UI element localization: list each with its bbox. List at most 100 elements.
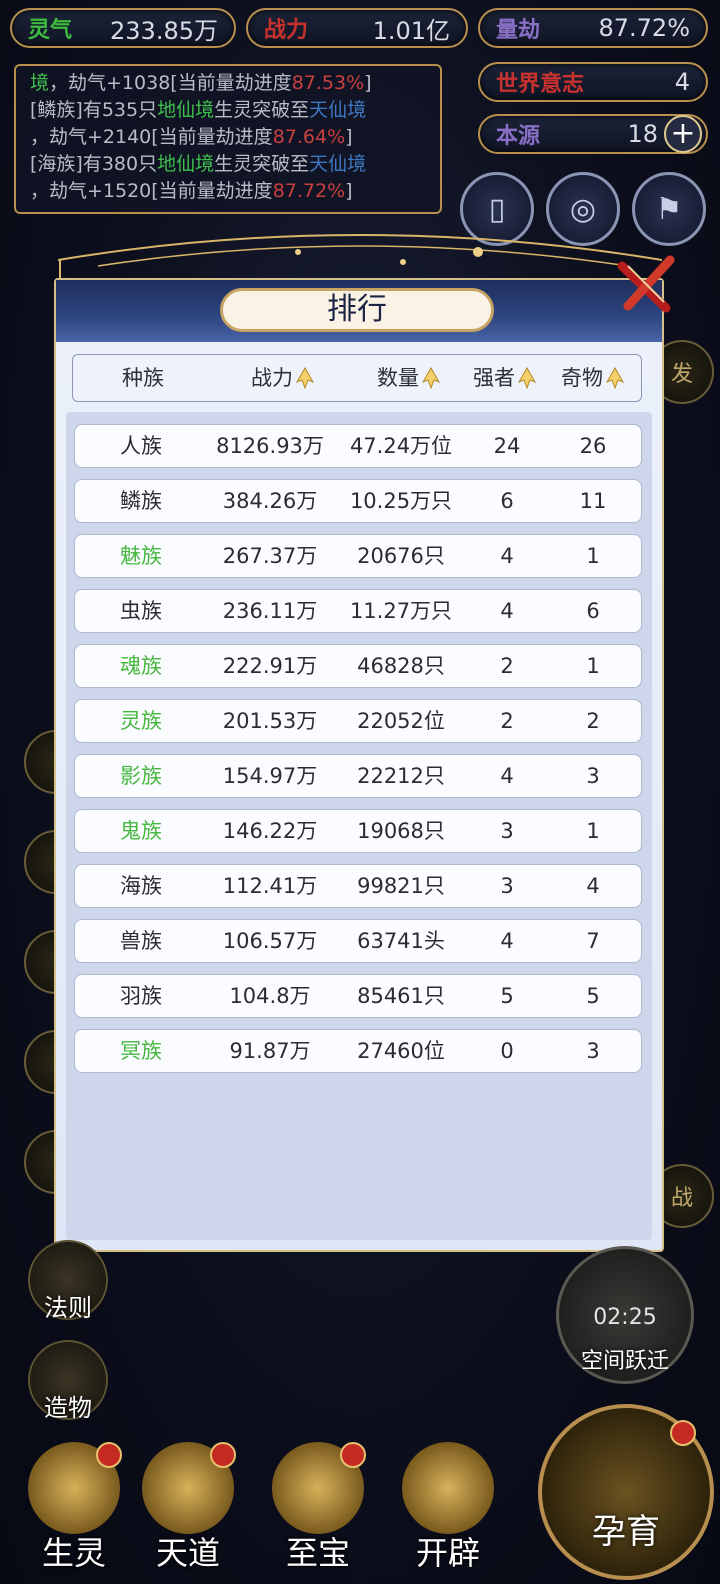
count-cell: 11.27万只 bbox=[349, 599, 453, 623]
benyuan-label: 本源 bbox=[496, 123, 541, 149]
nav-shengling[interactable]: 生灵 bbox=[14, 1442, 134, 1572]
resource-benyuan: 本源 18 + bbox=[478, 114, 708, 154]
table-row[interactable]: 冥族 91.87万 27460位 0 3 bbox=[74, 1029, 642, 1073]
treasure-cell: 3 bbox=[586, 1039, 600, 1063]
race-cell: 兽族 bbox=[120, 929, 162, 953]
header-treasure[interactable]: 奇物 bbox=[553, 355, 633, 401]
power-cell: 112.41万 bbox=[222, 874, 318, 898]
count-cell: 47.24万位 bbox=[349, 434, 453, 458]
treasure-cell: 6 bbox=[586, 599, 600, 623]
ranking-panel: 排行 种族 战力 数量 强者 奇物 人族 8126.93万 47.24万位 24 26 鳞… bbox=[54, 278, 664, 1252]
power-cell: 222.91万 bbox=[222, 654, 318, 678]
table-row[interactable]: 灵族 201.53万 22052位 2 2 bbox=[74, 699, 642, 743]
table-row[interactable]: 鳞族 384.26万 10.25万只 6 11 bbox=[74, 479, 642, 523]
log-line: ，劫气+2140[当前量劫进度87.64%] bbox=[30, 126, 353, 148]
count-cell: 22052位 bbox=[357, 709, 445, 733]
flag-icon: ⚑ bbox=[655, 191, 683, 227]
space-jump-button[interactable]: 02:25 空间跃迁 bbox=[556, 1246, 694, 1384]
strong-cell: 2 bbox=[500, 654, 514, 678]
notification-dot bbox=[210, 1442, 236, 1468]
treasure-cell: 1 bbox=[586, 544, 600, 568]
power-cell: 106.57万 bbox=[222, 929, 318, 953]
close-icon[interactable] bbox=[614, 252, 678, 316]
world-will-label: 世界意志 bbox=[496, 71, 585, 97]
sort-arrow-icon bbox=[421, 366, 441, 390]
header-race: 种族 bbox=[122, 366, 164, 390]
race-cell: 灵族 bbox=[120, 709, 162, 733]
sort-arrow-icon bbox=[295, 366, 315, 390]
nav-zhibao[interactable]: 至宝 bbox=[258, 1442, 378, 1572]
power-cell: 384.26万 bbox=[222, 489, 318, 513]
strong-cell: 24 bbox=[493, 434, 521, 458]
race-cell: 鳞族 bbox=[120, 489, 162, 513]
treasure-cell: 2 bbox=[586, 709, 600, 733]
sort-arrow-icon bbox=[517, 366, 537, 390]
ranking-list[interactable]: 人族 8126.93万 47.24万位 24 26 鳞族 384.26万 10.25万只 6 11… bbox=[66, 412, 652, 1240]
race-cell: 海族 bbox=[120, 874, 162, 898]
table-row[interactable]: 魅族 267.37万 20676只 4 1 bbox=[74, 534, 642, 578]
count-cell: 63741头 bbox=[357, 929, 445, 953]
table-row[interactable]: 羽族 104.8万 85461只 5 5 bbox=[74, 974, 642, 1018]
race-cell: 影族 bbox=[120, 764, 162, 788]
header-power[interactable]: 战力 bbox=[223, 355, 343, 401]
race-cell: 鬼族 bbox=[120, 819, 162, 843]
treasure-cell: 4 bbox=[586, 874, 600, 898]
table-row[interactable]: 人族 8126.93万 47.24万位 24 26 bbox=[74, 424, 642, 468]
count-cell: 22212只 bbox=[357, 764, 445, 788]
table-row[interactable]: 鬼族 146.22万 19068只 3 1 bbox=[74, 809, 642, 853]
treasure-cell: 1 bbox=[586, 654, 600, 678]
resource-zhanli: 战力 1.01亿 bbox=[246, 8, 468, 48]
count-cell: 19068只 bbox=[357, 819, 445, 843]
count-cell: 27460位 bbox=[357, 1039, 445, 1063]
power-cell: 267.37万 bbox=[222, 544, 318, 568]
space-jump-label: 空间跃迁 bbox=[580, 1349, 669, 1374]
liangjie-label: 量劫 bbox=[496, 17, 541, 43]
zaowu-button[interactable]: 造物 bbox=[28, 1340, 108, 1422]
benyuan-value: 18 bbox=[627, 120, 658, 148]
table-row[interactable]: 魂族 222.91万 46828只 2 1 bbox=[74, 644, 642, 688]
table-row[interactable]: 影族 154.97万 22212只 4 3 bbox=[74, 754, 642, 798]
race-cell: 人族 bbox=[120, 434, 162, 458]
power-cell: 146.22万 bbox=[222, 819, 318, 843]
strong-cell: 3 bbox=[500, 874, 514, 898]
strong-cell: 2 bbox=[500, 709, 514, 733]
nav-tiandao[interactable]: 天道 bbox=[128, 1442, 248, 1572]
race-cell: 魅族 bbox=[120, 544, 162, 568]
race-cell: 虫族 bbox=[120, 599, 162, 623]
resource-lingqi: 灵气 233.85万 bbox=[10, 8, 236, 48]
add-benyuan-button[interactable]: + bbox=[664, 115, 702, 153]
treasure-cell: 11 bbox=[579, 489, 607, 513]
table-header: 种族 战力 数量 强者 奇物 bbox=[72, 354, 642, 402]
fazhe-button[interactable]: 法则 bbox=[28, 1240, 108, 1322]
count-cell: 85461只 bbox=[357, 984, 445, 1008]
count-cell: 10.25万只 bbox=[349, 489, 453, 513]
count-cell: 99821只 bbox=[357, 874, 445, 898]
header-strong[interactable]: 强者 bbox=[465, 355, 545, 401]
liangjie-value: 87.72% bbox=[598, 14, 690, 42]
log-line: [鳞族]有535只地仙境生灵突破至天仙境 bbox=[30, 99, 367, 121]
strong-cell: 6 bbox=[500, 489, 514, 513]
table-row[interactable]: 兽族 106.57万 63741头 4 7 bbox=[74, 919, 642, 963]
count-cell: 46828只 bbox=[357, 654, 445, 678]
kaipi-icon bbox=[402, 1442, 494, 1534]
table-row[interactable]: 虫族 236.11万 11.27万只 4 6 bbox=[74, 589, 642, 633]
lingqi-label: 灵气 bbox=[28, 17, 73, 43]
strong-cell: 0 bbox=[500, 1039, 514, 1063]
power-cell: 91.87万 bbox=[229, 1039, 311, 1063]
treasure-cell: 26 bbox=[579, 434, 607, 458]
strong-cell: 4 bbox=[500, 929, 514, 953]
vortex-icon: ◎ bbox=[569, 191, 597, 227]
log-line: [海族]有380只地仙境生灵突破至天仙境 bbox=[30, 153, 367, 175]
log-line: ，劫气+1520[当前量劫进度87.72%] bbox=[30, 180, 353, 202]
nav-yunyu[interactable]: 孕育 bbox=[538, 1404, 714, 1580]
strong-cell: 4 bbox=[500, 544, 514, 568]
header-count[interactable]: 数量 bbox=[349, 355, 469, 401]
power-cell: 104.8万 bbox=[229, 984, 311, 1008]
fazhe-label: 法则 bbox=[44, 1294, 92, 1322]
power-cell: 8126.93万 bbox=[216, 434, 324, 458]
table-row[interactable]: 海族 112.41万 99821只 3 4 bbox=[74, 864, 642, 908]
zaowu-label: 造物 bbox=[44, 1394, 92, 1422]
card-icon: ▯ bbox=[488, 191, 506, 227]
strong-cell: 5 bbox=[500, 984, 514, 1008]
nav-kaipi[interactable]: 开辟 bbox=[388, 1442, 508, 1572]
